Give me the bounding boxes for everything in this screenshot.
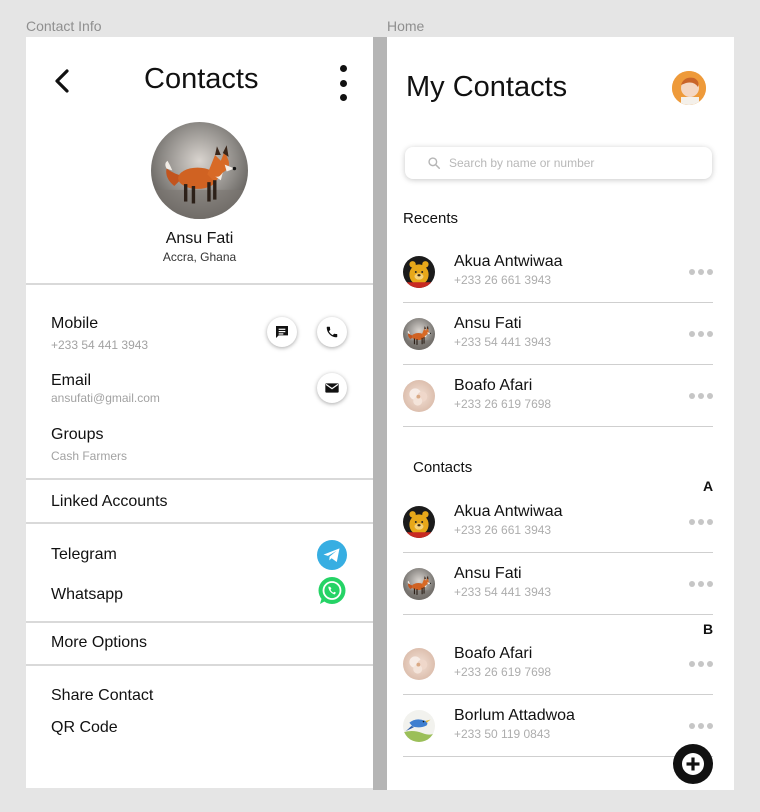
plus-icon [682,753,704,775]
fox-avatar-icon [403,568,435,600]
divider [26,664,373,666]
back-button[interactable] [48,67,76,95]
groups-value: Cash Farmers [51,449,128,463]
divider [26,522,373,524]
profile-photo[interactable] [151,122,248,219]
groups-label: Groups [51,426,104,443]
search-bar[interactable] [405,147,712,179]
contact-info-screen: Contacts Ansu Fati Accra, Ghana Mobile +… [26,37,373,788]
fox-photo-icon [151,122,248,219]
flower-avatar-icon [403,380,435,412]
kebab-dot-icon [339,79,347,87]
home-screen: My Contacts Recents Akua Antwiwaa +233 2… [387,37,734,790]
profile-name: Ansu Fati [165,230,234,247]
more-options-icon[interactable] [689,268,713,276]
recent-contact-row[interactable]: Boafo Afari +233 26 619 7698 [403,365,713,427]
email-label: Email [51,372,92,389]
kebab-dot-icon [339,94,347,101]
message-icon [276,326,288,338]
linked-accounts-header: Linked Accounts [51,493,168,510]
contact-name: Akua Antwiwaa [454,503,563,520]
telegram-account[interactable]: Telegram [51,546,117,564]
pooh-avatar-icon [403,506,435,538]
page-title: Contacts [144,63,259,95]
email-value[interactable]: ansufati@gmail.com [51,391,160,405]
kebab-dot-icon [339,65,347,72]
contact-row[interactable]: Borlum Attadwoa +233 50 119 0843 [403,695,713,757]
contact-phone: +233 54 441 3943 [454,585,552,599]
more-options-link[interactable]: More Options [51,634,147,652]
contact-phone: +233 26 661 3943 [454,273,552,287]
home-frame-label: Home [387,18,425,34]
contact-name: Boafo Afari [454,645,533,662]
contact-phone: +233 26 661 3943 [454,523,552,537]
contact-name: Ansu Fati [454,565,522,582]
fox-avatar-icon [403,318,435,350]
more-menu-button[interactable] [332,65,354,101]
call-button[interactable] [317,317,347,347]
pooh-avatar-icon [403,256,435,288]
contact-phone: +233 54 441 3943 [454,335,552,349]
mail-icon [325,383,339,393]
more-options-icon[interactable] [689,518,713,526]
contact-phone: +233 26 619 7698 [454,397,552,411]
contact-row[interactable]: Ansu Fati +233 54 441 3943 [403,553,713,615]
add-contact-button[interactable] [673,744,713,784]
row-divider [403,756,713,757]
contact-phone: +233 26 619 7698 [454,665,552,679]
mobile-value: +233 54 441 3943 [51,338,149,352]
message-button[interactable] [267,317,297,347]
divider [26,478,373,480]
back-arrow-icon [55,69,69,93]
phone-icon [326,326,338,338]
recents-header: Recents [403,210,459,227]
contact-name: Akua Antwiwaa [454,253,563,270]
whatsapp-account[interactable]: Whatsapp [51,586,123,604]
user-avatar[interactable] [672,71,706,105]
flower-avatar-icon [403,648,435,680]
contacts-header: Contacts [413,459,473,476]
artboard-gap [373,37,387,790]
share-contact-link[interactable]: Share Contact [51,687,153,705]
contact-info-frame-label: Contact Info [26,18,102,34]
bird-avatar-icon [403,710,435,742]
whatsapp-icon[interactable] [317,576,347,606]
contact-row[interactable]: Akua Antwiwaa +233 26 661 3943 [403,491,713,553]
profile-location: Accra, Ghana [162,250,237,264]
more-options-icon[interactable] [689,660,713,668]
contact-phone: +233 50 119 0843 [454,727,551,741]
search-input[interactable] [449,156,689,170]
divider [26,283,373,285]
contact-name: Ansu Fati [454,315,522,332]
row-divider [403,426,713,427]
contact-name: Boafo Afari [454,377,533,394]
row-divider [403,614,713,615]
user-photo-icon [672,71,706,105]
mobile-label: Mobile [51,315,99,332]
divider [26,621,373,623]
contact-row[interactable]: Boafo Afari +233 26 619 7698 [403,633,713,695]
email-button[interactable] [317,373,347,403]
recent-contact-row[interactable]: Akua Antwiwaa +233 26 661 3943 [403,241,713,303]
qr-code-link[interactable]: QR Code [51,719,118,737]
search-icon [428,157,441,170]
recent-contact-row[interactable]: Ansu Fati +233 54 441 3943 [403,303,713,365]
more-options-icon[interactable] [689,580,713,588]
more-options-icon[interactable] [689,722,713,730]
telegram-icon[interactable] [317,540,347,570]
more-options-icon[interactable] [689,392,713,400]
contact-name: Borlum Attadwoa [454,707,575,724]
more-options-icon[interactable] [689,330,713,338]
page-title: My Contacts [406,71,568,103]
